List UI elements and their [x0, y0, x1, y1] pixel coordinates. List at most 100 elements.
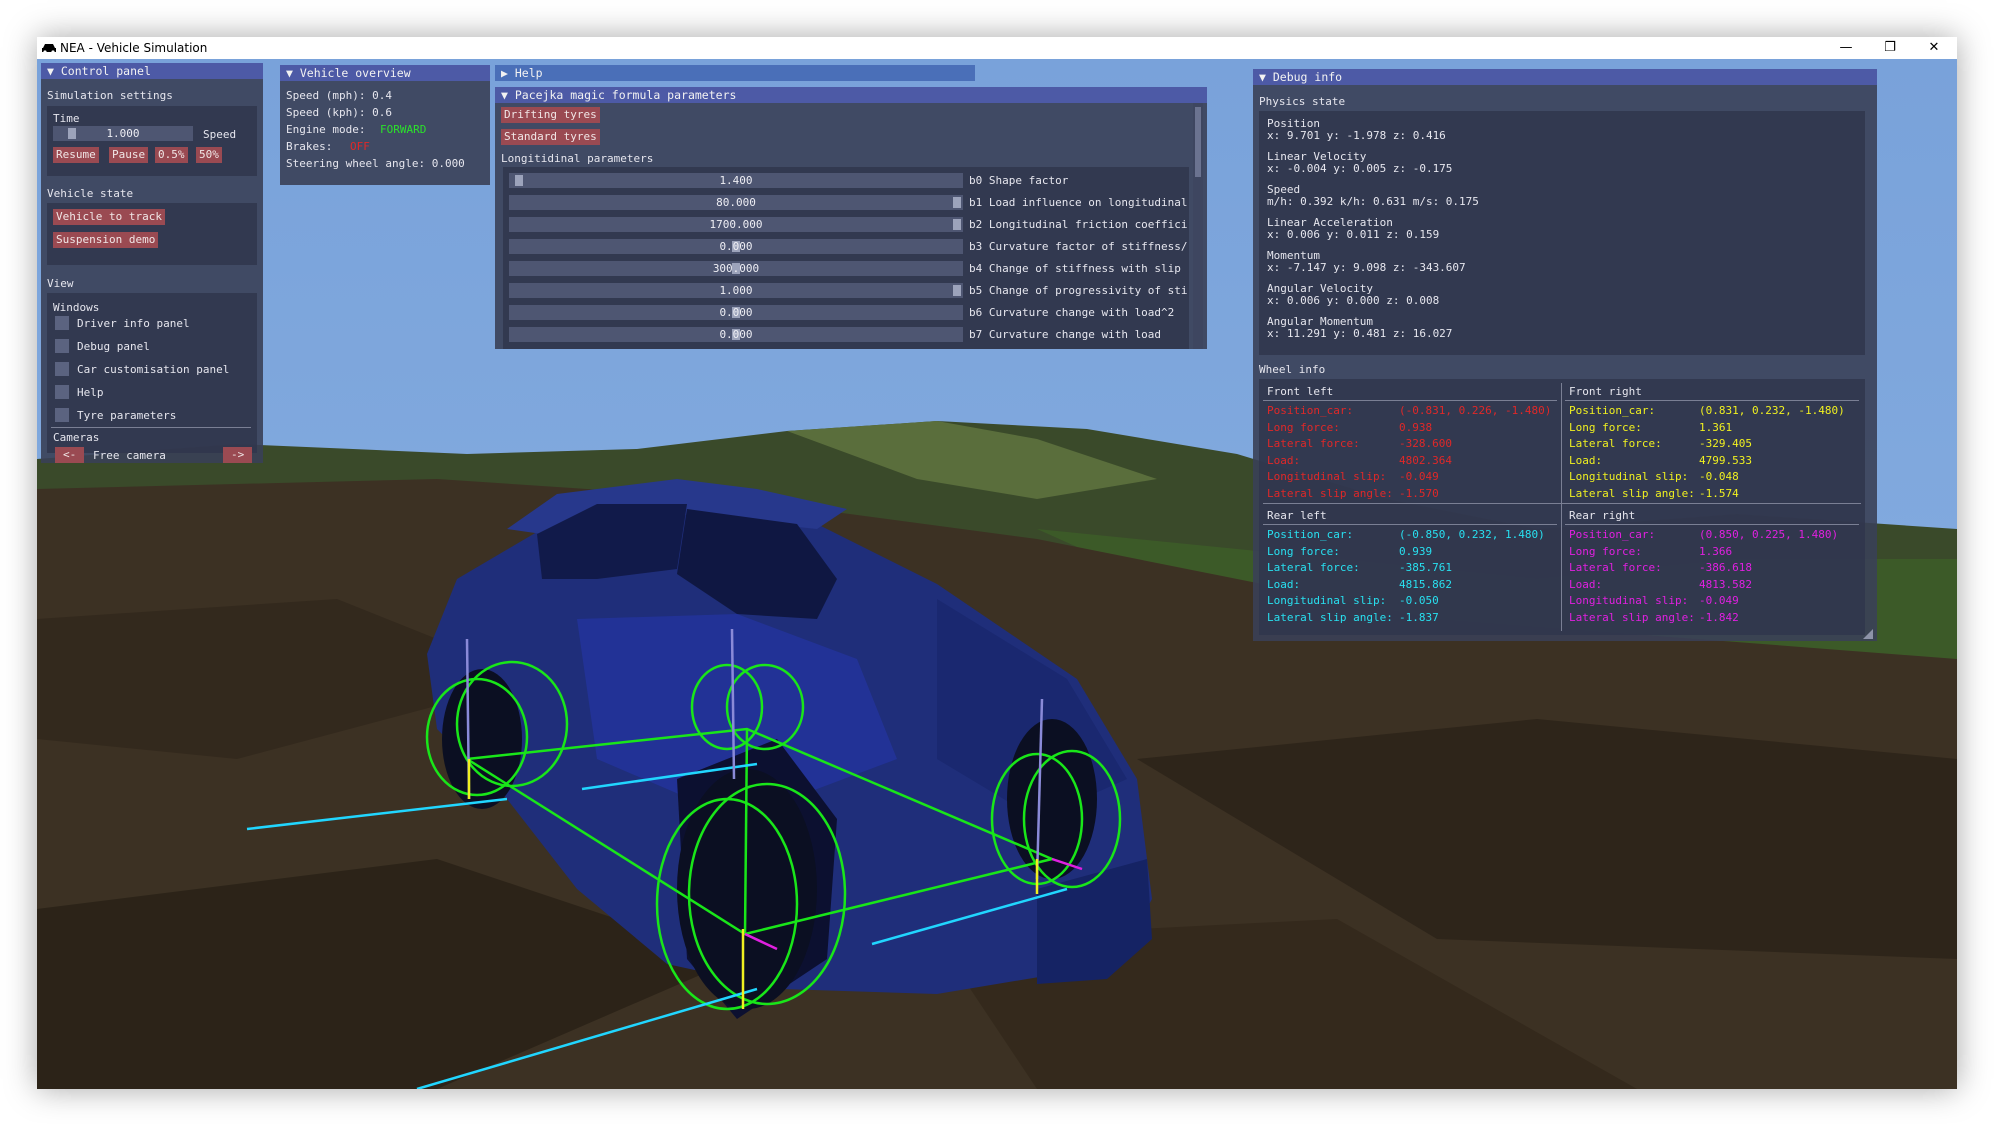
- param-slider[interactable]: 80.000: [509, 195, 963, 210]
- physics-value: m/h: 0.392 k/h: 0.631 m/s: 0.175: [1267, 195, 1479, 208]
- wheel-value: 4815.862: [1399, 577, 1452, 591]
- car-customisation-panel-checkbox[interactable]: [55, 362, 69, 376]
- debug-header[interactable]: ▼ Debug info: [1253, 69, 1877, 85]
- pacejka-header[interactable]: ▼ Pacejka magic formula parameters: [495, 87, 1207, 103]
- resize-grip-icon[interactable]: [1863, 629, 1873, 639]
- speed-kph: Speed (kph): 0.6: [286, 106, 392, 119]
- steering-wheel-angle: Steering wheel angle: 0.000: [286, 157, 465, 170]
- param-slider[interactable]: 300.000: [509, 261, 963, 276]
- close-button[interactable]: ✕: [1911, 37, 1957, 59]
- speed-mph: Speed (mph): 0.4: [286, 89, 392, 102]
- vehicle-overview-header[interactable]: ▼ Vehicle overview: [280, 65, 490, 81]
- wheel-field: Position_car:: [1569, 404, 1656, 417]
- pacejka-scrollbar-thumb[interactable]: [1195, 107, 1201, 177]
- wheel-field: Lateral force:: [1569, 561, 1662, 574]
- simulation-settings-label: Simulation settings: [47, 89, 173, 102]
- wheel-value: -0.048: [1699, 470, 1739, 483]
- wheel-value: (-0.831, 0.226, -1.480): [1399, 404, 1552, 417]
- wheel-header-divider: [1263, 400, 1557, 401]
- driver-info-panel-checkbox[interactable]: [55, 316, 69, 330]
- wheel-column-divider: [1561, 383, 1562, 631]
- param-slider[interactable]: 1700.000: [509, 217, 963, 232]
- speed-fifty-percent-button[interactable]: 50%: [196, 147, 222, 163]
- window-title: NEA - Vehicle Simulation: [60, 41, 208, 55]
- wheel-name: Rear right: [1569, 509, 1636, 522]
- wheel-value: 1.361: [1699, 420, 1733, 434]
- pacejka-title: Pacejka magic formula parameters: [514, 88, 737, 102]
- speed-label: Speed: [203, 128, 237, 141]
- debug-panel-checkbox[interactable]: [55, 339, 69, 353]
- wheel-field: Position_car:: [1569, 528, 1656, 541]
- param-value: 0.000: [719, 306, 753, 319]
- wheel-field: Long force:: [1569, 544, 1642, 558]
- wheel-value: 0.939: [1399, 544, 1433, 558]
- minimize-button[interactable]: —: [1823, 37, 1869, 59]
- wheel-value: -1.574: [1699, 486, 1739, 500]
- control-panel: ▼ Control panel Simulation settings Time…: [41, 63, 263, 463]
- wheel-field: Lateral slip angle:: [1267, 486, 1393, 500]
- vehicle-to-track-button[interactable]: Vehicle to track: [53, 209, 165, 225]
- physics-value: x: 0.006 y: 0.000 z: 0.008: [1267, 294, 1440, 307]
- wheel-field: Long force:: [1569, 420, 1642, 434]
- brakes-label: Brakes:: [286, 140, 333, 153]
- wheel-info-label: Wheel info: [1259, 363, 1326, 376]
- speed-half-percent-button[interactable]: 0.5%: [155, 147, 188, 163]
- camera-next-button[interactable]: ->: [223, 447, 253, 463]
- view-section: Windows Driver info panel Debug panel Ca…: [47, 293, 257, 453]
- camera-prev-button[interactable]: <-: [55, 447, 85, 463]
- param-slider[interactable]: 0.000: [509, 305, 963, 320]
- help-checkbox[interactable]: [55, 385, 69, 399]
- driver-info-panel-label: Driver info panel: [77, 317, 190, 330]
- wheel-name: Front left: [1267, 385, 1334, 398]
- param-value: 1700.000: [709, 218, 763, 231]
- wheel-value: -1.842: [1699, 610, 1739, 624]
- param-label: b6 Curvature change with load^2: [969, 306, 1175, 319]
- control-panel-title: Control panel: [60, 64, 151, 78]
- wheel-field: Load:: [1267, 577, 1301, 591]
- simulation-settings-section: Time 1.000 Speed Resume Pause 0.5% 50%: [47, 106, 257, 176]
- wheel-header-divider: [1565, 524, 1859, 525]
- resume-button[interactable]: Resume: [53, 147, 99, 163]
- param-value: 0.000: [719, 240, 753, 253]
- param-value: 80.000: [716, 196, 756, 209]
- physics-state-section: Position x: 9.701 y: -1.978 z: 0.416 Linea…: [1259, 111, 1865, 355]
- help-panel: ▶ Help: [495, 65, 975, 81]
- wheel-field: Longitudinal slip:: [1569, 470, 1689, 483]
- physics-value: x: 11.291 y: 0.481 z: 16.027: [1267, 327, 1453, 340]
- speed-slider-value: 1.000: [106, 127, 140, 140]
- pacejka-scrollbar[interactable]: [1193, 103, 1203, 349]
- wheel-value: (0.831, 0.232, -1.480): [1699, 404, 1845, 417]
- param-slider[interactable]: 0.000: [509, 327, 963, 342]
- pause-button[interactable]: Pause: [109, 147, 149, 163]
- wheel-field: Long force:: [1267, 420, 1340, 434]
- param-value: 300.000: [712, 262, 760, 275]
- speed-slider[interactable]: 1.000: [53, 126, 193, 141]
- control-panel-header[interactable]: ▼ Control panel: [41, 63, 263, 79]
- vehicle-overview-title: Vehicle overview: [299, 66, 411, 80]
- param-slider[interactable]: 1.000: [509, 283, 963, 298]
- param-value: 0.000: [719, 328, 753, 341]
- wheel-field: Lateral slip angle:: [1569, 486, 1695, 500]
- help-header[interactable]: ▶ Help: [495, 65, 975, 81]
- wheel-field: Lateral slip angle:: [1569, 610, 1695, 624]
- standard-tyres-button[interactable]: Standard tyres: [501, 129, 600, 145]
- wheel-field: Long force:: [1267, 544, 1340, 558]
- wheel-field: Load:: [1267, 453, 1301, 467]
- restore-button[interactable]: ❐: [1867, 37, 1913, 59]
- 3d-viewport[interactable]: ▼ Control panel Simulation settings Time…: [37, 59, 1957, 1089]
- time-label: Time: [53, 112, 80, 125]
- title-bar[interactable]: NEA - Vehicle Simulation — ❐ ✕: [37, 37, 1957, 59]
- debug-panel-label: Debug panel: [77, 340, 150, 353]
- tyre-parameters-checkbox[interactable]: [55, 408, 69, 422]
- drifting-tyres-button[interactable]: Drifting tyres: [501, 107, 600, 123]
- camera-name: Free camera: [93, 449, 166, 462]
- param-slider[interactable]: 0.000: [509, 239, 963, 254]
- suspension-demo-button[interactable]: Suspension demo: [53, 232, 159, 248]
- wheel-value: -329.405: [1699, 437, 1752, 450]
- physics-value: x: -7.147 y: 9.098 z: -343.607: [1267, 261, 1466, 274]
- wheel-field: Lateral force:: [1267, 437, 1360, 450]
- wheel-field: Longitudinal slip:: [1569, 594, 1689, 607]
- wheel-value: -1.837: [1399, 610, 1439, 624]
- param-slider[interactable]: 1.400: [509, 173, 963, 188]
- param-label: b4 Change of stiffness with slip: [969, 262, 1181, 275]
